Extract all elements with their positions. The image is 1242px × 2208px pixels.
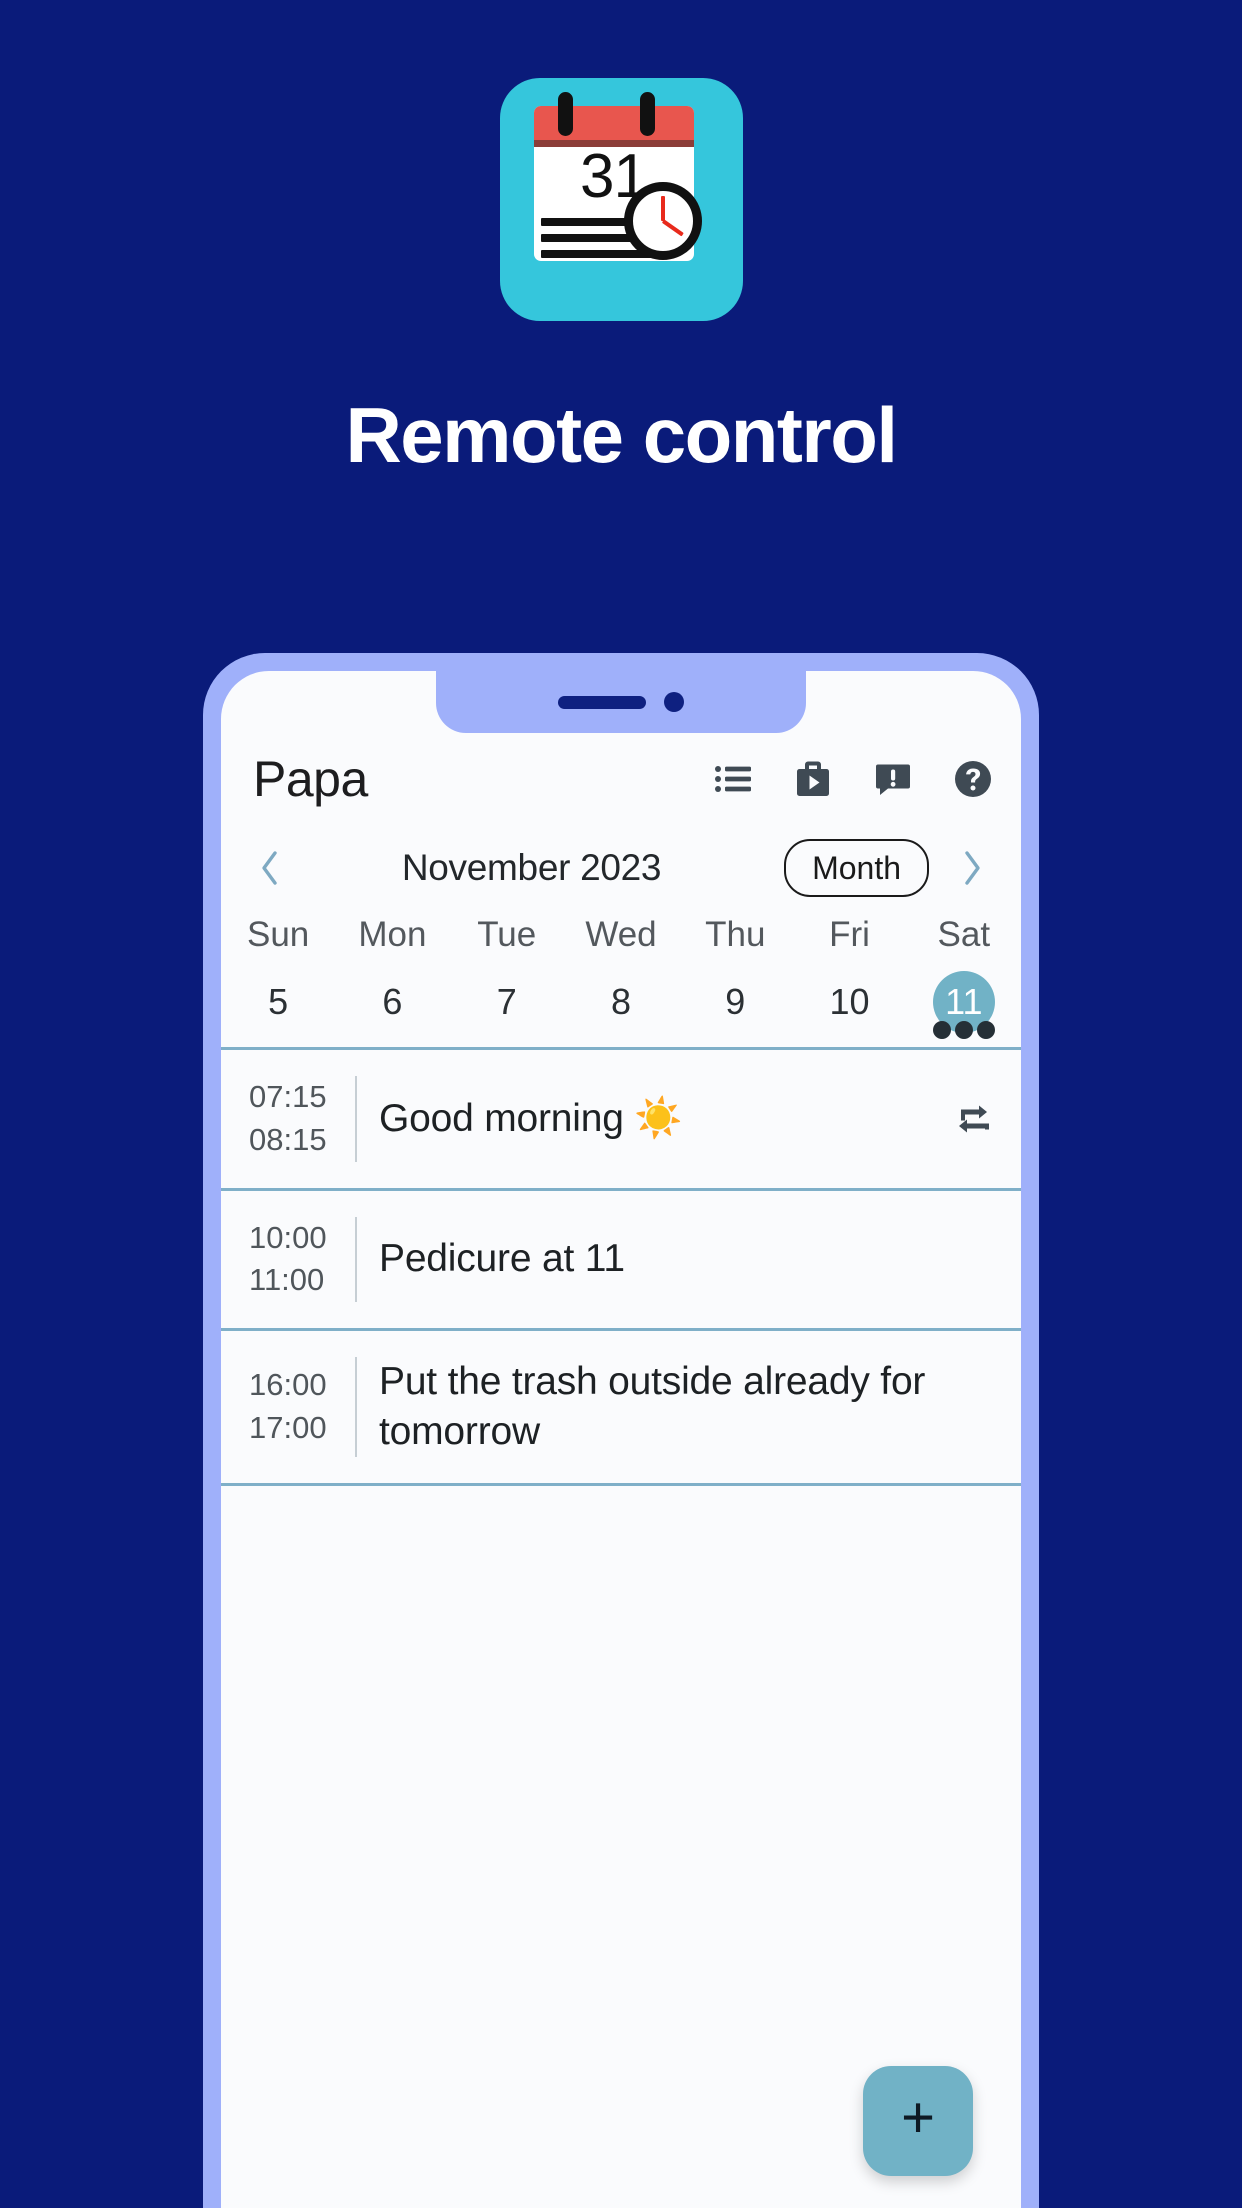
weekday-header-row: Sun Mon Tue Wed Thu Fri Sat xyxy=(221,915,1021,955)
month-navigation: November 2023 Month xyxy=(221,829,1021,907)
event-dot xyxy=(954,1021,973,1039)
date-number-row: 5 6 7 8 9 10 11 xyxy=(221,971,1021,1039)
event-row[interactable]: 16:00 17:00 Put the trash outside alread… xyxy=(221,1331,1021,1486)
phone-screen: Papa November 2023 Month Sun Mon Tue Wed… xyxy=(221,671,1021,2208)
weekday-label: Tue xyxy=(477,915,537,954)
event-divider xyxy=(355,1357,357,1457)
weekday-label: Thu xyxy=(705,915,766,954)
app-bar-actions xyxy=(713,759,993,799)
app-bar: Papa xyxy=(221,737,1021,821)
clock-hand-hour xyxy=(660,196,665,221)
date-cell[interactable]: 7 xyxy=(450,971,564,1039)
date-cell[interactable]: 6 xyxy=(335,971,449,1039)
date-number: 8 xyxy=(610,981,631,1022)
date-cell-selected[interactable]: 11 xyxy=(907,971,1021,1039)
event-row[interactable]: 10:00 11:00 Pedicure at 11 xyxy=(221,1191,1021,1332)
weekday-label: Fri xyxy=(829,915,870,954)
date-number: 9 xyxy=(725,981,746,1022)
front-camera xyxy=(664,692,684,712)
event-time-range: 07:15 08:15 xyxy=(243,1076,351,1162)
event-start-time: 07:15 xyxy=(249,1079,327,1114)
speaker-grille xyxy=(558,695,646,709)
calendar-clock-app-icon: 31 xyxy=(499,78,743,321)
event-divider xyxy=(355,1216,357,1303)
help-circle-icon[interactable] xyxy=(953,759,993,799)
clock-hand-minute xyxy=(661,219,684,237)
clock-icon xyxy=(623,182,702,260)
event-title: Put the trash outside already for tomorr… xyxy=(379,1360,926,1453)
phone-mockup: Papa November 2023 Month Sun Mon Tue Wed… xyxy=(203,653,1039,2208)
calendar-ring-right xyxy=(639,92,655,136)
weekday-label: Mon xyxy=(358,915,427,954)
date-number: 10 xyxy=(829,981,870,1022)
weekday-label: Sun xyxy=(247,915,310,954)
event-title: Good morning ☀️ xyxy=(379,1096,683,1140)
event-start-time: 16:00 xyxy=(249,1367,327,1403)
event-end-time: 17:00 xyxy=(249,1409,327,1445)
date-cell[interactable]: 8 xyxy=(564,971,678,1039)
event-time-range: 10:00 11:00 xyxy=(243,1217,351,1303)
week-strip: Sun Mon Tue Wed Thu Fri Sat 5 6 7 8 9 10… xyxy=(221,911,1021,1050)
date-number: 7 xyxy=(496,981,517,1022)
date-number: 6 xyxy=(382,981,403,1022)
app-icon-container: 31 xyxy=(0,78,1242,321)
weekday-label: Wed xyxy=(585,915,657,954)
event-start-time: 10:00 xyxy=(249,1219,327,1255)
event-indicator-dots xyxy=(932,1021,995,1039)
calendar-ring-left xyxy=(557,92,573,136)
page-title: Remote control xyxy=(345,391,898,479)
event-end-time: 11:00 xyxy=(249,1262,325,1298)
event-time-range: 16:00 17:00 xyxy=(243,1364,351,1450)
event-end-time: 08:15 xyxy=(249,1121,327,1157)
event-divider xyxy=(355,1076,357,1162)
event-row[interactable]: 07:15 08:15 Good morning ☀️ xyxy=(221,1050,1021,1191)
media-play-icon[interactable] xyxy=(793,759,833,799)
date-cell[interactable]: 5 xyxy=(221,971,335,1039)
month-label: November 2023 xyxy=(401,847,662,888)
event-title: Pedicure at 11 xyxy=(379,1237,625,1281)
event-dot xyxy=(976,1021,995,1039)
date-cell[interactable]: 10 xyxy=(792,971,906,1039)
phone-notch xyxy=(436,671,806,733)
message-alert-icon[interactable] xyxy=(873,759,913,799)
plus-icon: + xyxy=(901,2085,935,2150)
event-dot xyxy=(932,1021,951,1039)
date-cell[interactable]: 9 xyxy=(678,971,792,1039)
event-list: 07:15 08:15 Good morning ☀️ 10:00 11:00 xyxy=(221,1050,1021,2208)
weekday-label: Sat xyxy=(937,915,991,954)
list-view-icon[interactable] xyxy=(713,759,753,799)
next-month-chevron-icon[interactable] xyxy=(949,845,995,891)
add-event-button[interactable]: + xyxy=(863,2066,973,2176)
date-number: 5 xyxy=(268,981,289,1022)
app-bar-title: Papa xyxy=(253,751,368,807)
repeat-icon xyxy=(951,1100,995,1138)
view-toggle-button[interactable]: Month xyxy=(784,838,929,898)
